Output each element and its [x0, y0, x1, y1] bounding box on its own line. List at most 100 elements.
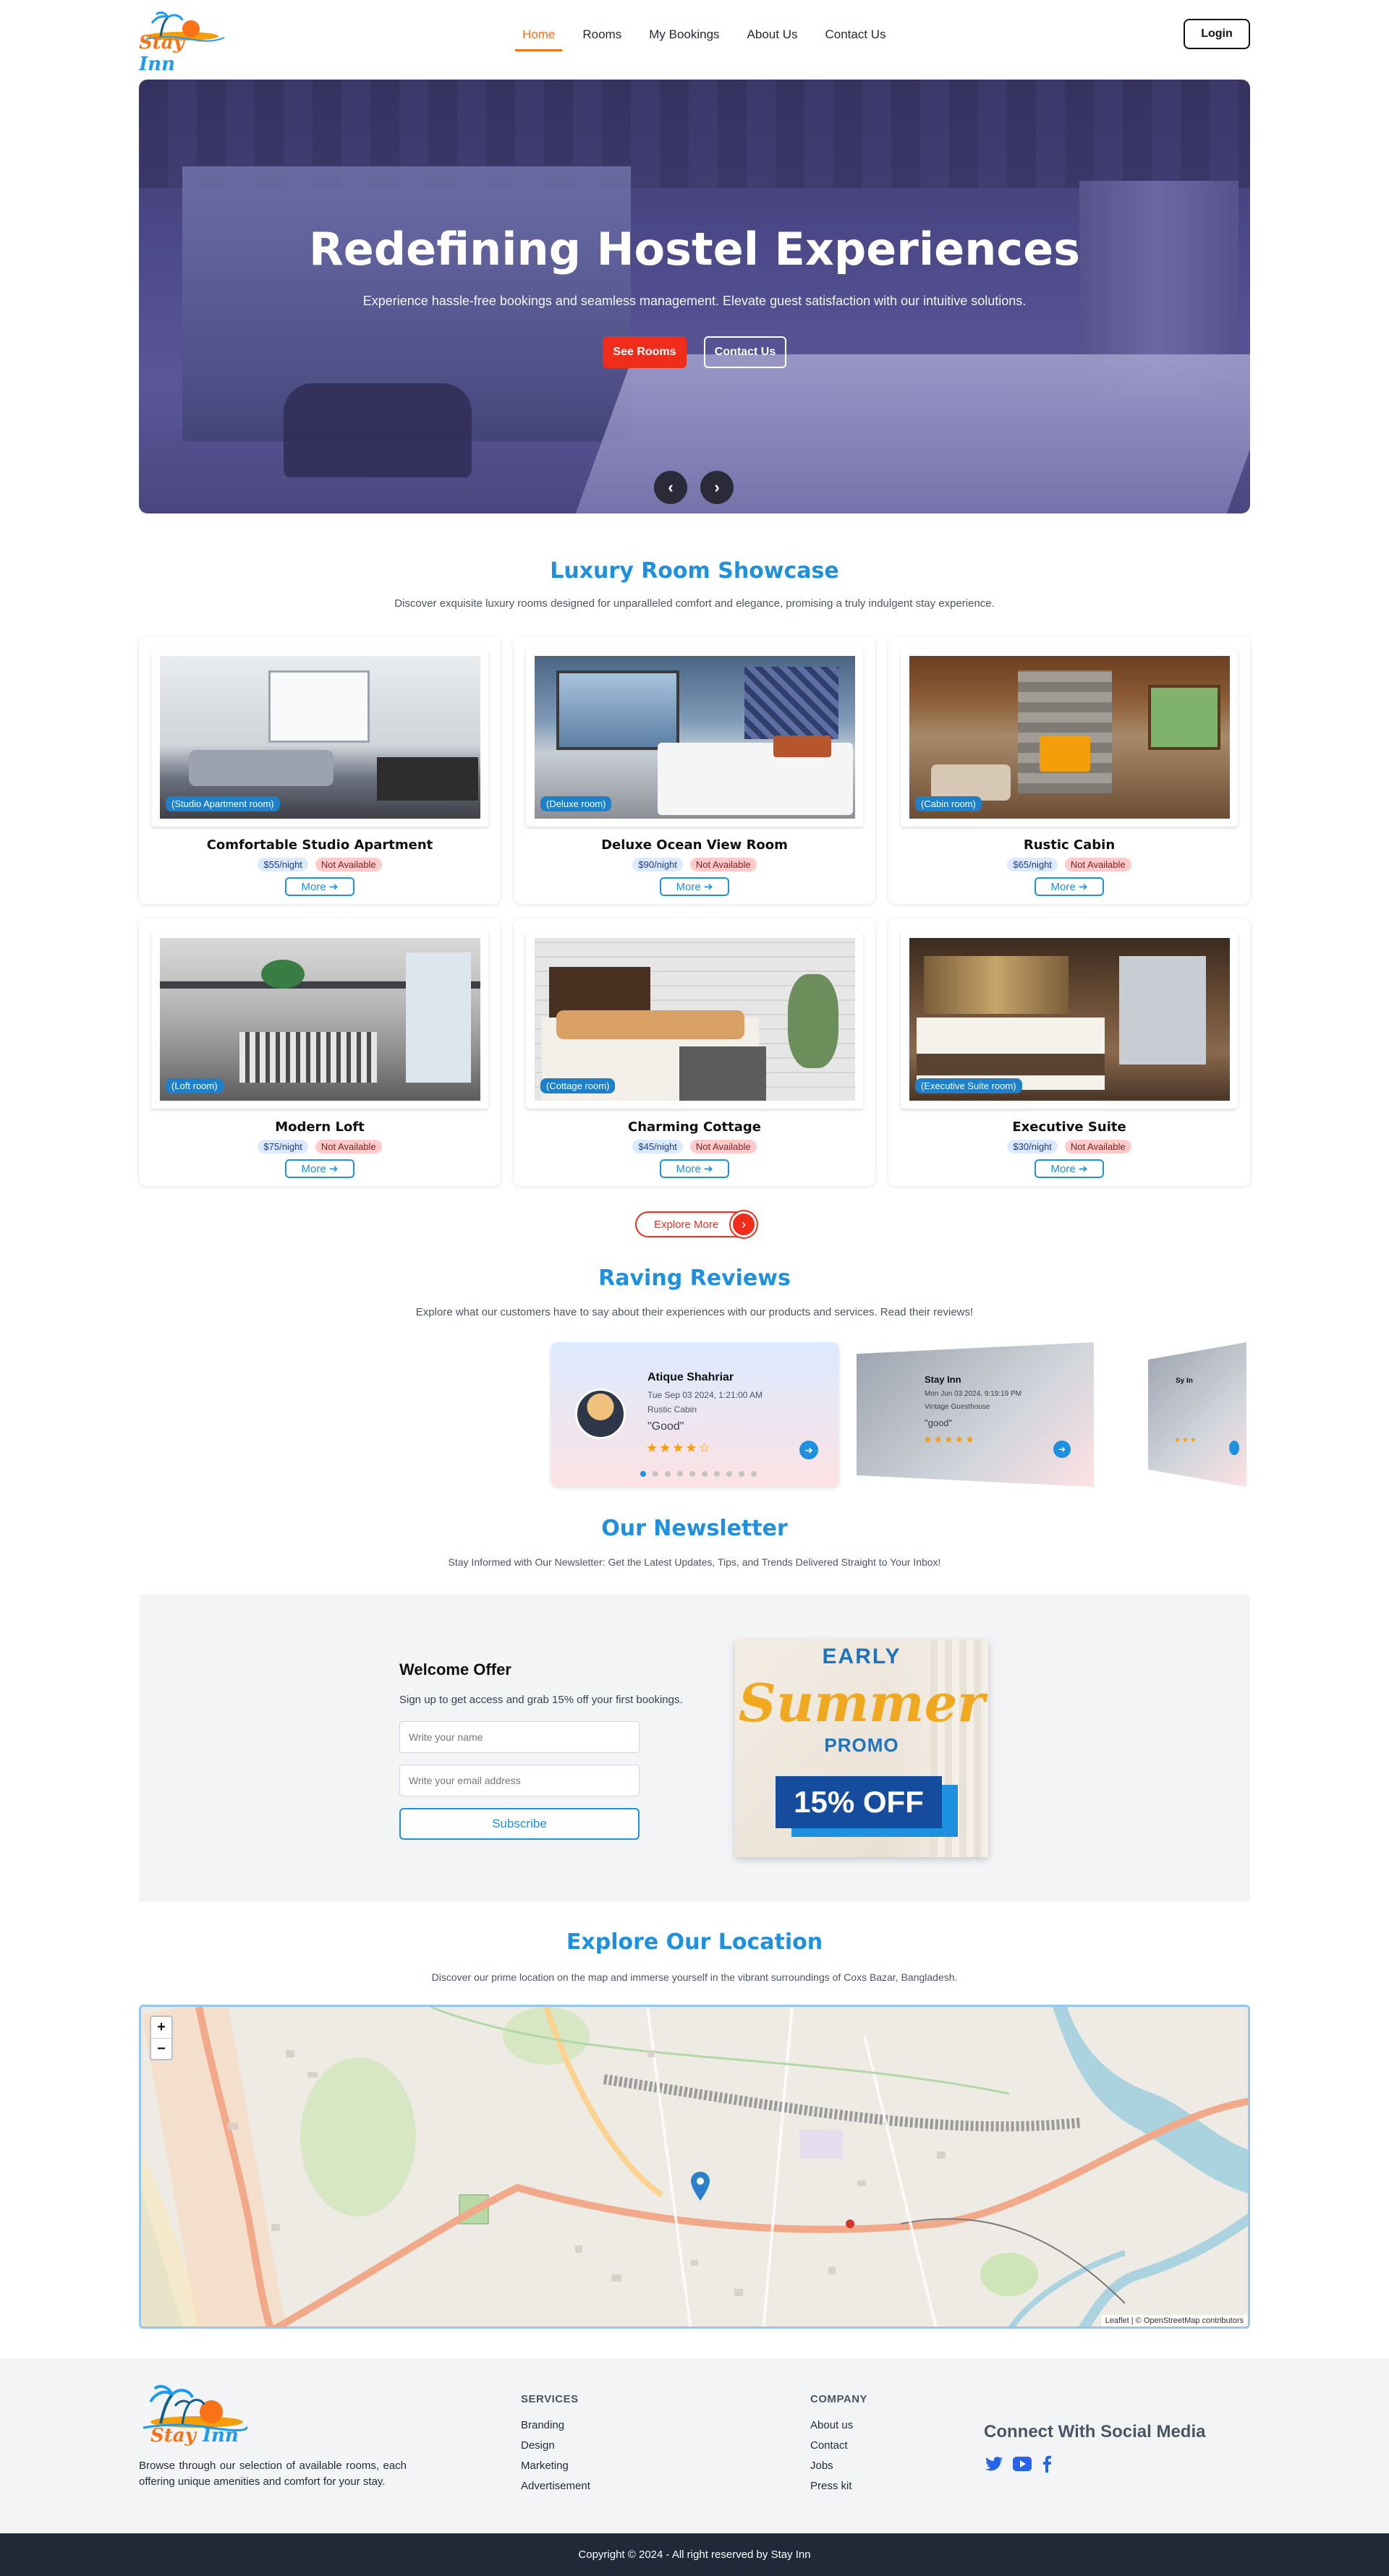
nav-rooms[interactable]: Rooms: [575, 25, 629, 51]
nav-my-bookings[interactable]: My Bookings: [642, 25, 726, 51]
pagination-dot[interactable]: [640, 1471, 646, 1477]
arrow-right-icon[interactable]: ➔: [1053, 1441, 1071, 1458]
more-button[interactable]: More ➔: [1035, 1159, 1104, 1178]
email-input[interactable]: [399, 1765, 640, 1796]
room-image-deluxe[interactable]: (Deluxe room): [535, 656, 855, 819]
reviewer-name: Stay Inn: [925, 1374, 961, 1385]
footer-logo[interactable]: Stay Inn: [139, 2381, 249, 2449]
stay-inn-logo[interactable]: Stay Inn: [139, 10, 226, 75]
room-badges: $90/night Not Available: [514, 858, 875, 871]
room-type-tag: (Cottage room): [540, 1078, 616, 1093]
room-image-cabin[interactable]: (Cabin room): [909, 656, 1230, 819]
pagination-dot[interactable]: [726, 1471, 732, 1477]
promo-line4: 15% OFF: [776, 1776, 942, 1828]
map-attribution[interactable]: Leaflet | © OpenStreetMap contributors: [1100, 2315, 1248, 2326]
login-button[interactable]: Login: [1184, 19, 1250, 49]
more-button[interactable]: More ➔: [660, 1159, 729, 1178]
room-image-executive[interactable]: (Executive Suite room): [909, 938, 1230, 1101]
arrow-right-icon[interactable]: [1229, 1441, 1239, 1455]
carousel-prev-icon[interactable]: ‹: [654, 471, 687, 504]
location-map[interactable]: + − Leaflet | © OpenStreetMap contributo…: [139, 2005, 1250, 2329]
room-card[interactable]: (Executive Suite room) Executive Suite $…: [888, 918, 1250, 1186]
chevron-right-icon: ›: [731, 1211, 757, 1237]
zoom-out-button[interactable]: −: [151, 2039, 171, 2059]
footer-link-design[interactable]: Design: [521, 2439, 555, 2452]
youtube-icon[interactable]: [1013, 2457, 1032, 2471]
nav-contact-us[interactable]: Contact Us: [817, 25, 893, 51]
more-button[interactable]: More ➔: [285, 877, 354, 896]
footer-about: Browse through our selection of availabl…: [139, 2460, 407, 2488]
logo-text: Stay Inn: [139, 32, 184, 75]
offer-title: Welcome Offer: [399, 1660, 511, 1679]
footer-link-about[interactable]: About us: [810, 2419, 853, 2431]
pagination-dot[interactable]: [702, 1471, 708, 1477]
nav-home[interactable]: Home: [515, 25, 563, 51]
pagination-dot[interactable]: [714, 1471, 720, 1477]
see-rooms-button[interactable]: See Rooms: [603, 336, 687, 368]
arrow-right-icon: ➔: [1078, 1163, 1088, 1175]
name-input[interactable]: [399, 1721, 640, 1753]
hero-subtitle: Experience hassle-free bookings and seam…: [362, 294, 1027, 308]
room-image-cottage[interactable]: (Cottage room): [535, 938, 855, 1101]
map-tiles[interactable]: [141, 2007, 1250, 2329]
arrow-right-icon: ➔: [703, 1163, 713, 1175]
room-badges: $75/night Not Available: [139, 1140, 501, 1153]
more-button[interactable]: More ➔: [285, 1159, 354, 1178]
twitter-icon[interactable]: [985, 2457, 1003, 2471]
footer-link-contact[interactable]: Contact: [810, 2439, 848, 2452]
pagination-dot[interactable]: [751, 1471, 757, 1477]
review-room: Rustic Cabin: [647, 1404, 697, 1415]
room-card[interactable]: (Deluxe room) Deluxe Ocean View Room $90…: [514, 636, 875, 904]
pagination-dot[interactable]: [653, 1471, 658, 1477]
room-badges: $55/night Not Available: [139, 858, 501, 871]
availability-badge: Not Available: [1064, 1140, 1131, 1153]
carousel-next-icon[interactable]: ›: [700, 471, 734, 504]
pagination-dot[interactable]: [739, 1471, 744, 1477]
room-card[interactable]: (Studio Apartment room) Comfortable Stud…: [139, 636, 501, 904]
star-rating: ★★★: [1174, 1436, 1198, 1444]
more-button[interactable]: More ➔: [660, 877, 729, 896]
room-card[interactable]: (Loft room) Modern Loft $75/night Not Av…: [139, 918, 501, 1186]
map-marker-icon[interactable]: [691, 2172, 710, 2204]
price-badge: $45/night: [632, 1140, 683, 1153]
footer-link-press-kit[interactable]: Press kit: [810, 2480, 852, 2492]
review-room: Vintage Guesthouse: [925, 1403, 990, 1411]
explore-more-button[interactable]: Explore More ›: [635, 1211, 757, 1237]
copyright-bar: Copyright © 2024 - All right reserved by…: [0, 2533, 1389, 2576]
room-card[interactable]: (Cottage room) Charming Cottage $45/nigh…: [514, 918, 875, 1186]
availability-badge: Not Available: [689, 858, 757, 871]
pagination-dot[interactable]: [689, 1471, 695, 1477]
footer-link-jobs[interactable]: Jobs: [810, 2460, 833, 2472]
arrow-right-icon[interactable]: ➔: [799, 1441, 818, 1459]
zoom-in-button[interactable]: +: [151, 2017, 171, 2039]
reviewer-name-partial: Sy In: [1176, 1377, 1193, 1385]
review-card-active[interactable]: Atique Shahriar Tue Sep 03 2024, 1:21:00…: [551, 1342, 839, 1487]
pagination-dot[interactable]: [677, 1471, 683, 1477]
room-image-studio[interactable]: (Studio Apartment room): [160, 656, 480, 819]
room-type-tag: (Cabin room): [915, 796, 982, 811]
nav-about-us[interactable]: About Us: [740, 25, 805, 51]
pagination-dot[interactable]: [665, 1471, 671, 1477]
room-name: Comfortable Studio Apartment: [206, 837, 433, 853]
footer-link-advertisement[interactable]: Advertisement: [521, 2480, 590, 2492]
room-badges: $45/night Not Available: [514, 1140, 875, 1153]
room-card[interactable]: (Cabin room) Rustic Cabin $65/night Not …: [888, 636, 1250, 904]
review-card-next[interactable]: Stay Inn Mon Jun 03 2024, 9:19:19 PM Vin…: [857, 1342, 1094, 1487]
price-badge: $90/night: [632, 858, 683, 871]
hero-title: Redefining Hostel Experiences: [308, 223, 1081, 276]
facebook-icon[interactable]: [1042, 2455, 1052, 2473]
promo-line2: Summer: [738, 1672, 985, 1733]
promo-line3: PROMO: [824, 1734, 899, 1756]
review-card-far[interactable]: Sy In ★★★: [1148, 1342, 1246, 1487]
more-button[interactable]: More ➔: [1035, 877, 1104, 896]
room-name: Deluxe Ocean View Room: [601, 837, 788, 853]
footer-link-marketing[interactable]: Marketing: [521, 2460, 569, 2472]
room-image-loft[interactable]: (Loft room): [160, 938, 480, 1101]
summer-promo-banner: EARLY Summer PROMO 15% OFF: [735, 1640, 988, 1857]
contact-us-button[interactable]: Contact Us: [704, 336, 786, 368]
subscribe-button[interactable]: Subscribe: [399, 1808, 640, 1840]
room-type-tag: (Studio Apartment room): [166, 796, 280, 811]
footer-link-branding[interactable]: Branding: [521, 2419, 564, 2431]
reviews-description: Explore what our customers have to say a…: [415, 1306, 974, 1318]
top-navbar: Stay Inn Home Rooms My Bookings About Us…: [0, 0, 1389, 75]
